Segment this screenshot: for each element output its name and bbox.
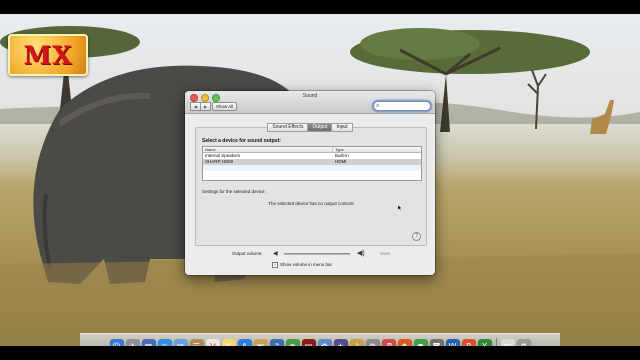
sound-tabs: Sound Effects Output Input bbox=[185, 123, 435, 132]
dock-glyph: ★ bbox=[336, 341, 345, 347]
app-store-icon[interactable]: A bbox=[237, 339, 252, 347]
search-icon: ⌕ bbox=[376, 103, 380, 109]
output-volume-row: Output volume: ◀ ◀) Mute bbox=[185, 250, 435, 258]
mail-icon[interactable]: ✉ bbox=[173, 339, 188, 347]
itunes-icon[interactable]: ♫ bbox=[269, 339, 284, 347]
safari-icon[interactable]: ◎ bbox=[157, 339, 172, 347]
powerpoint-icon[interactable]: P bbox=[461, 339, 476, 347]
trash-icon[interactable]: ♻ bbox=[516, 339, 531, 347]
show-volume-label[interactable]: Show volume in menu bar bbox=[280, 262, 332, 267]
empty-table-row bbox=[203, 171, 421, 177]
dock-glyph: X bbox=[481, 341, 488, 347]
desktop-wallpaper: MX Sound ◀ ▶ Show All ⌕ Sound Effects Ou… bbox=[0, 14, 640, 346]
launchpad-icon[interactable]: ✈ bbox=[125, 339, 140, 347]
output-device-table: Name Type Internal Speakers Built-in SHA… bbox=[202, 146, 422, 181]
word-icon[interactable]: W bbox=[445, 339, 460, 347]
dock: ☺ ✈ ▦ ◎ ✉ ☰ 24 ✎ A ▣ ♫ ◉ ▤ ✿ ★ ♪ ⚙ ♬ ❖ ● ◙ W P X ▤ ♻ bbox=[80, 333, 560, 346]
show-volume-checkbox[interactable]: ✓ bbox=[272, 261, 278, 268]
photo-booth-icon[interactable]: ▤ bbox=[301, 339, 316, 347]
chrome-icon[interactable]: ● bbox=[413, 339, 428, 347]
device-select-heading: Select a device for sound output: bbox=[202, 138, 281, 144]
output-pane: Select a device for sound output: Name T… bbox=[195, 127, 427, 246]
dock-glyph: ✿ bbox=[321, 341, 328, 347]
dock-glyph: 24 bbox=[208, 342, 217, 347]
excel-icon[interactable]: X bbox=[477, 339, 492, 347]
dock-glyph: ♻ bbox=[519, 341, 528, 347]
dock-glyph: ♬ bbox=[384, 341, 393, 347]
help-button[interactable]: ? bbox=[412, 232, 421, 241]
preview-icon[interactable]: ▣ bbox=[253, 339, 268, 347]
dock-glyph: ♪ bbox=[353, 341, 360, 347]
settings-label: Settings for the selected device: bbox=[202, 189, 266, 194]
speaker-low-icon: ◀ bbox=[273, 251, 278, 257]
column-header-name[interactable]: Name bbox=[203, 147, 333, 152]
dock-glyph: ☺ bbox=[112, 341, 121, 347]
garageband-icon[interactable]: ♪ bbox=[349, 339, 364, 347]
show-volume-menu-bar-row: ✓ Show volume in menu bar bbox=[272, 261, 332, 268]
forward-button[interactable]: ▶ bbox=[201, 102, 211, 111]
mx-watermark-logo: MX bbox=[8, 34, 88, 76]
dock-glyph: ◉ bbox=[289, 341, 296, 347]
mission-control-icon[interactable]: ▦ bbox=[141, 339, 156, 347]
back-button[interactable]: ◀ bbox=[190, 102, 201, 111]
dock-glyph: A bbox=[241, 341, 248, 347]
imovie-icon[interactable]: ★ bbox=[333, 339, 348, 347]
iphoto-icon[interactable]: ✿ bbox=[317, 339, 332, 347]
dock-glyph: ♫ bbox=[272, 341, 281, 347]
dock-glyph: ● bbox=[417, 341, 424, 347]
show-all-button[interactable]: Show All bbox=[212, 102, 238, 111]
dock-glyph: P bbox=[466, 341, 471, 347]
photo-icon[interactable]: ❖ bbox=[397, 339, 412, 347]
window-titlebar[interactable]: Sound ◀ ▶ Show All ⌕ bbox=[185, 91, 435, 114]
speaker-high-icon: ◀) bbox=[357, 250, 365, 257]
music-icon[interactable]: ♬ bbox=[381, 339, 396, 347]
dock-glyph: ❖ bbox=[400, 341, 409, 347]
sound-preferences-window: Sound ◀ ▶ Show All ⌕ Sound Effects Outpu… bbox=[185, 91, 435, 275]
system-preferences-icon[interactable]: ⚙ bbox=[365, 339, 380, 347]
tab-sound-effects[interactable]: Sound Effects bbox=[267, 123, 309, 132]
tab-input[interactable]: Input bbox=[332, 123, 353, 132]
calendar-icon[interactable]: 24 bbox=[205, 339, 220, 347]
window-title: Sound bbox=[302, 93, 318, 99]
dock-glyph: ▤ bbox=[503, 341, 512, 347]
notes-icon[interactable]: ✎ bbox=[221, 339, 236, 347]
dock-glyph: ✉ bbox=[177, 341, 184, 347]
finder-icon[interactable]: ☺ bbox=[109, 339, 124, 347]
dock-glyph: ✈ bbox=[129, 341, 136, 347]
utility-icon[interactable]: ◙ bbox=[429, 339, 444, 347]
dock-glyph: ◎ bbox=[161, 341, 168, 347]
tab-output[interactable]: Output bbox=[308, 123, 333, 132]
dock-glyph: ▣ bbox=[256, 341, 265, 347]
search-input[interactable]: ⌕ bbox=[373, 101, 431, 111]
dock-glyph: ▦ bbox=[144, 341, 153, 347]
device-name: SHARP HDMI bbox=[205, 159, 234, 164]
watermark-text: MX bbox=[23, 40, 73, 70]
dock-glyph: ▤ bbox=[304, 341, 313, 347]
dock-glyph: ☰ bbox=[192, 341, 201, 347]
contacts-icon[interactable]: ☰ bbox=[189, 339, 204, 347]
output-volume-label: Output volume: bbox=[232, 251, 263, 256]
dock-glyph: ✎ bbox=[225, 341, 232, 347]
column-header-type[interactable]: Type bbox=[333, 147, 344, 152]
mute-checkbox-label[interactable]: Mute bbox=[380, 250, 390, 258]
dock-separator bbox=[495, 338, 497, 346]
no-output-controls-message: The selected device has no output contro… bbox=[268, 201, 354, 206]
facetime-icon[interactable]: ◉ bbox=[285, 339, 300, 347]
document-icon[interactable]: ▤ bbox=[500, 339, 515, 347]
device-type: HDMI bbox=[335, 159, 347, 164]
dock-glyph: ◙ bbox=[432, 341, 441, 347]
output-volume-slider[interactable] bbox=[284, 253, 350, 255]
dock-glyph: W bbox=[448, 341, 457, 347]
dock-glyph: ⚙ bbox=[368, 341, 377, 347]
